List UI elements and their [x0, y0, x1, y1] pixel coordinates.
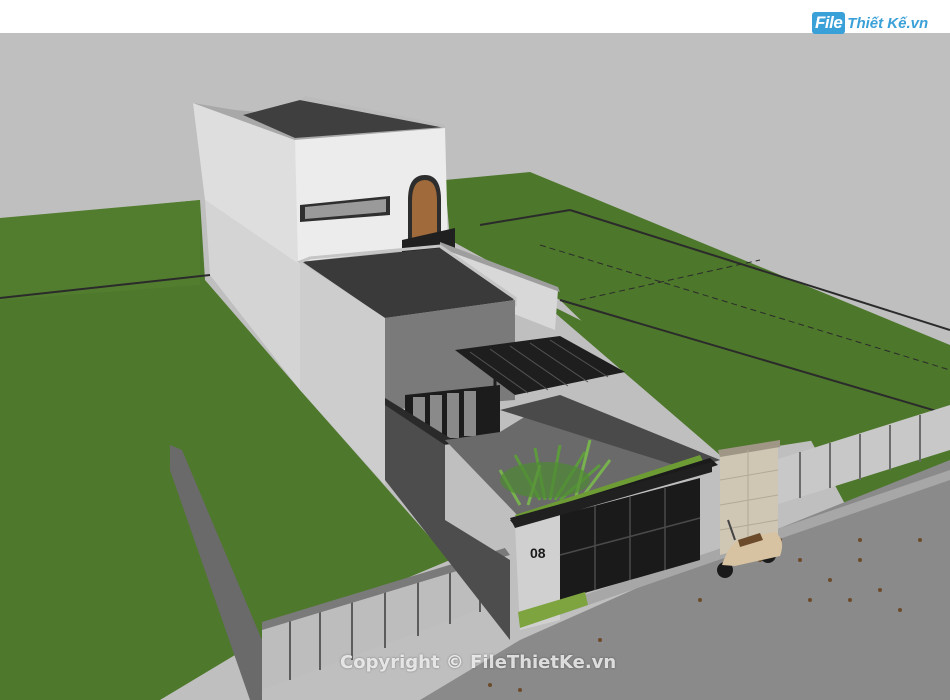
copyright-watermark: Copyright © FileThietKe.vn [340, 652, 617, 673]
logo-file-part: File [812, 12, 846, 34]
filethietke-logo: File Thiết Kế.vn [812, 8, 928, 38]
architectural-3d-model-scene [0, 0, 950, 700]
house-number: 08 [530, 545, 546, 561]
logo-rest-part: Thiết Kế.vn [847, 14, 929, 32]
